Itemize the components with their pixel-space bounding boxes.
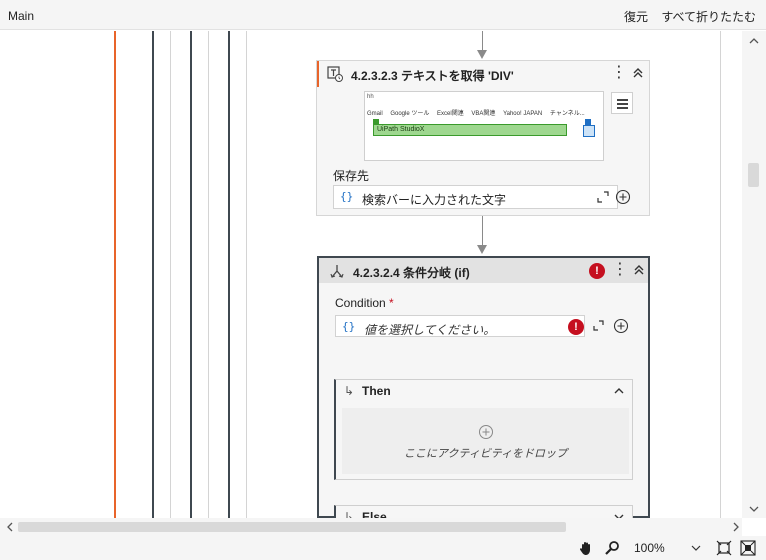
get-text-activity-card[interactable]: 4.2.3.2.3 テキストを取得 'DIV' ⋮ hh Gmail Googl… (316, 60, 650, 216)
branch-arrow-icon: ↳ (344, 510, 355, 518)
flow-arrow (477, 245, 487, 254)
target-element-box (583, 125, 595, 137)
target-menu-button[interactable] (611, 92, 633, 114)
sequence-border-accent (114, 31, 116, 518)
bookmark-label: VBA関連 (471, 111, 496, 117)
variable-icon: {} (340, 190, 354, 203)
if-branch-icon (330, 265, 344, 278)
expand-editor-icon[interactable] (592, 319, 606, 333)
if-activity-card[interactable]: 4.2.3.2.4 条件分岐 (if) ! ⋮ Condition * {} 値… (317, 256, 650, 518)
scroll-up-icon[interactable] (748, 35, 760, 47)
drop-hint: ここにアクティビティをドロップ (403, 448, 568, 460)
more-options-icon[interactable]: ⋮ (611, 65, 627, 81)
activity-header[interactable]: 4.2.3.2.3 テキストを取得 'DIV' ⋮ (317, 61, 649, 87)
branch-arrow-icon: ↳ (344, 384, 355, 398)
save-to-field[interactable]: {} 検索バーに入力された文字 (333, 185, 618, 209)
zoom-magnifier-icon[interactable] (604, 540, 620, 556)
then-branch[interactable]: ↳ Then ここにアクティビティをドロップ (334, 379, 633, 480)
collapse-icon[interactable] (631, 262, 647, 278)
condition-label: Condition * (335, 296, 394, 310)
else-title: Else (362, 510, 387, 518)
else-header[interactable]: ↳ Else (336, 506, 632, 518)
horizontal-scroll-thumb[interactable] (18, 522, 566, 532)
designer-footer: 100% (0, 536, 766, 560)
bookmark-label: Excel関連 (437, 111, 464, 117)
then-title: Then (362, 384, 391, 398)
sequence-border (190, 31, 192, 518)
sequence-border (228, 31, 230, 518)
scroll-left-icon[interactable] (4, 521, 16, 533)
bookmark-label: チャンネル... (549, 111, 585, 117)
error-icon[interactable]: ! (589, 263, 605, 279)
vertical-scroll-thumb[interactable] (748, 163, 759, 187)
get-text-icon (327, 66, 343, 82)
collapse-icon[interactable] (630, 65, 646, 81)
condition-error-icon[interactable]: ! (568, 319, 584, 335)
screenshot-text: hh (367, 94, 374, 100)
required-indicator: * (389, 296, 394, 310)
more-options-icon[interactable]: ⋮ (612, 262, 628, 278)
header-actions: 復元 すべて折りたたむ (614, 8, 756, 25)
workflow-title: Main (8, 9, 35, 23)
expand-editor-icon[interactable] (596, 190, 610, 204)
chevron-up-icon[interactable] (612, 384, 626, 398)
scroll-down-icon[interactable] (748, 503, 760, 515)
add-variable-icon[interactable] (615, 189, 631, 205)
save-to-label: 保存先 (333, 169, 370, 183)
chevron-down-icon[interactable] (612, 510, 626, 518)
save-to-value: 検索バーに入力された文字 (362, 193, 507, 207)
screenshot-bookmark-bar: Gmail Google ツール Excel関連 VBA関連 Yahoo! JA… (365, 108, 603, 120)
fit-to-screen-icon[interactable] (716, 540, 732, 556)
target-screenshot[interactable]: hh Gmail Google ツール Excel関連 VBA関連 Yahoo!… (364, 91, 604, 161)
overview-icon[interactable] (740, 540, 756, 556)
activity-drop-zone[interactable]: ここにアクティビティをドロップ (342, 408, 629, 474)
then-header[interactable]: ↳ Then (336, 380, 632, 402)
vertical-scrollbar[interactable] (742, 31, 766, 518)
bookmark-label: Gmail (367, 111, 383, 117)
sequence-border (152, 31, 154, 518)
sequence-guide (246, 31, 247, 518)
hand-pan-icon[interactable] (578, 540, 594, 556)
zoom-value: 100% (634, 541, 665, 555)
designer-canvas[interactable]: 4.2.3.2.3 テキストを取得 'DIV' ⋮ hh Gmail Googl… (0, 31, 742, 518)
designer-header: Main 復元 すべて折りたたむ (0, 0, 766, 30)
variable-icon: {} (342, 320, 356, 333)
activity-header[interactable]: 4.2.3.2.4 条件分岐 (if) ! ⋮ (319, 258, 648, 283)
else-branch[interactable]: ↳ Else (334, 505, 633, 518)
flow-arrow (477, 50, 487, 59)
horizontal-scrollbar[interactable] (0, 518, 742, 536)
target-highlight: UiPath StudioX (373, 124, 567, 136)
add-variable-icon[interactable] (613, 318, 629, 334)
activity-title: 4.2.3.2.4 条件分岐 (if) (353, 266, 470, 280)
zoom-dropdown[interactable]: 100% (628, 540, 708, 556)
condition-field[interactable]: {} 値を選択してください。 (335, 315, 585, 337)
restore-button[interactable]: 復元 (624, 10, 648, 24)
bookmark-label: Google ツール (390, 111, 430, 117)
sequence-guide (720, 31, 721, 518)
flow-connector (482, 31, 483, 51)
activity-title: 4.2.3.2.3 テキストを取得 'DIV' (351, 69, 514, 83)
sequence-guide (170, 31, 171, 518)
flow-connector (482, 216, 483, 246)
collapse-all-button[interactable]: すべて折りたたむ (661, 10, 756, 24)
condition-label-text: Condition (335, 296, 386, 310)
scroll-right-icon[interactable] (730, 521, 742, 533)
bookmark-label: Yahoo! JAPAN (503, 111, 543, 117)
condition-placeholder: 値を選択してください。 (364, 323, 496, 337)
sequence-guide (208, 31, 209, 518)
chevron-down-icon (691, 545, 701, 551)
add-activity-icon[interactable] (478, 424, 494, 440)
